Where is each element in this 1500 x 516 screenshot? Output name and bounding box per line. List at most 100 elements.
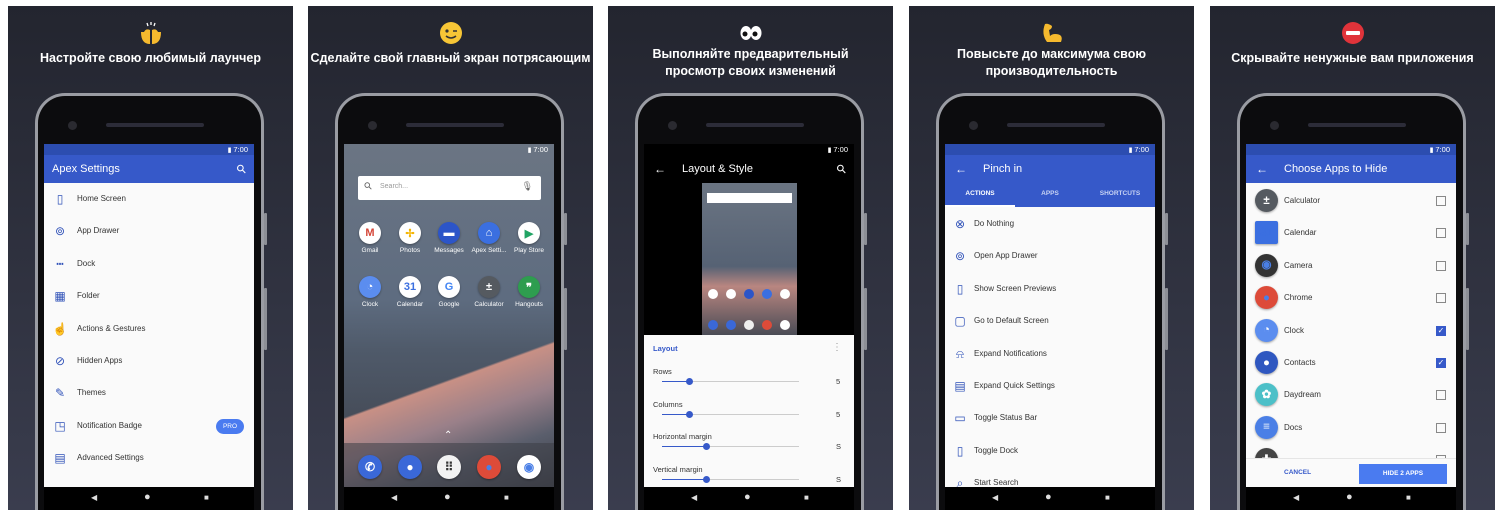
hide-checkbox[interactable] [1436, 390, 1446, 401]
slider-thumb[interactable] [686, 410, 694, 418]
back-arrow-icon[interactable]: ← [955, 155, 967, 183]
recents-nav-icon[interactable]: ■ [504, 493, 509, 502]
slider-track[interactable] [662, 475, 799, 483]
action-item[interactable]: ▢ Go to Default Screen [945, 307, 1155, 335]
volume-button [1466, 288, 1469, 350]
recents-nav-icon[interactable]: ■ [1105, 493, 1110, 502]
chevron-up-icon[interactable]: ⌃ [444, 430, 452, 441]
recents-nav-icon[interactable]: ■ [204, 493, 209, 502]
settings-item[interactable]: ✎ Themes [44, 379, 254, 407]
search-bar[interactable]: ⚲ Search... 🎙 [358, 176, 541, 200]
hide-apps-button[interactable]: HIDE 2 APPS [1359, 464, 1447, 484]
settings-item[interactable]: ┅ Dock [44, 250, 254, 278]
cancel-button[interactable]: CANCEL [1284, 469, 1311, 476]
hide-checkbox[interactable]: ✓ [1436, 358, 1446, 368]
slider-thumb[interactable] [686, 378, 694, 385]
slider-thumb[interactable] [702, 443, 710, 450]
preview-dock-icon [726, 320, 736, 330]
app-bar: Apex Settings ⚲ [44, 155, 254, 183]
zoom-in-icon[interactable]: ⚲ [829, 156, 854, 182]
hide-checkbox[interactable]: ✓ [1436, 325, 1446, 336]
back-nav-icon[interactable]: ◀ [691, 493, 697, 502]
settings-item-label: Advanced Settings [77, 453, 144, 463]
microphone-icon[interactable]: 🎙 [522, 181, 533, 192]
more-options-icon[interactable]: ⋮ [832, 342, 842, 353]
panel-title: Выполняйте предварительный [652, 47, 849, 61]
settings-item[interactable]: ☝ Actions & Gestures [44, 315, 254, 343]
tab-actions[interactable]: ACTIONS [945, 183, 1015, 207]
settings-item[interactable]: ▤ Advanced Settings [44, 444, 254, 472]
chrome-icon[interactable]: ● [477, 455, 501, 479]
action-item[interactable]: ⍾ Expand Notifications [945, 340, 1155, 368]
phone-icon[interactable]: ✆ [358, 455, 382, 479]
slider-thumb[interactable] [702, 475, 710, 483]
action-item[interactable]: ⌕ Start Search [945, 469, 1155, 487]
app-row[interactable]: ± Calculator [1246, 187, 1456, 215]
hide-checkbox[interactable] [1436, 196, 1446, 206]
slider-track[interactable] [662, 378, 799, 385]
app-shortcut[interactable]: M Gmail [350, 222, 390, 258]
recents-nav-icon[interactable]: ■ [804, 493, 809, 502]
back-nav-icon[interactable]: ◀ [91, 493, 97, 502]
action-item-label: Open App Drawer [974, 251, 1038, 261]
action-item[interactable]: ▭ Toggle Status Bar [945, 404, 1155, 432]
app-shortcut[interactable]: ✢ Photos [390, 222, 430, 258]
tab-shortcuts[interactable]: SHORTCUTS [1085, 183, 1155, 207]
back-arrow-icon[interactable]: ← [654, 155, 666, 183]
app-shortcut[interactable]: ± Calculator [469, 276, 509, 312]
action-item[interactable]: ▯ Toggle Dock [945, 437, 1155, 465]
settings-item[interactable]: ▦ Folder [44, 282, 254, 310]
app-shortcut[interactable]: ▶ Play Store [509, 222, 549, 258]
app-row[interactable]: ◉ Camera [1246, 252, 1456, 280]
hide-checkbox[interactable] [1436, 293, 1446, 304]
app-row[interactable]: ✿ Daydream [1246, 381, 1456, 409]
google-icon: G [438, 276, 460, 298]
action-item[interactable]: ⊚ Open App Drawer [945, 242, 1155, 270]
camera-icon[interactable]: ◉ [517, 455, 541, 479]
app-row[interactable]: ● Chrome [1246, 284, 1456, 312]
badge-icon: ◳ [54, 418, 66, 433]
hide-checkbox[interactable] [1436, 260, 1446, 271]
back-nav-icon[interactable]: ◀ [391, 493, 397, 502]
home-nav-icon[interactable]: ● [744, 491, 751, 503]
app-row[interactable]: 31 Calendar [1246, 219, 1456, 247]
home-nav-icon[interactable]: ● [1045, 491, 1052, 503]
preview-app-icon [726, 289, 736, 299]
app-shortcut[interactable]: 31 Calendar [390, 276, 430, 312]
recents-nav-icon[interactable]: ■ [1406, 493, 1411, 502]
action-item[interactable]: ▯ Show Screen Previews [945, 275, 1155, 303]
back-nav-icon[interactable]: ◀ [1293, 493, 1299, 502]
app-row[interactable]: ◔ Clock ✓ [1246, 317, 1456, 345]
search-icon[interactable]: ⚲ [229, 156, 254, 182]
clock-icon: ◔ [1255, 318, 1278, 342]
power-button [864, 213, 867, 245]
settings-item[interactable]: ◳ Notification Badge PRO [44, 412, 254, 440]
tab-label: SHORTCUTS [1099, 190, 1141, 197]
app-row[interactable]: ≡ Docs [1246, 414, 1456, 442]
app-shortcut[interactable]: ◔ Clock [350, 276, 390, 312]
settings-item[interactable]: ⊚ App Drawer [44, 217, 254, 245]
home-nav-icon[interactable]: ● [144, 491, 151, 503]
front-camera [368, 121, 377, 130]
settings-item[interactable]: ▯ Home Screen [44, 185, 254, 213]
app-shortcut[interactable]: G Google [429, 276, 469, 312]
app-row[interactable]: ● Contacts ✓ [1246, 349, 1456, 377]
slider-track[interactable] [662, 410, 799, 418]
app-shortcut[interactable]: ❞ Hangouts [509, 276, 549, 312]
hide-checkbox[interactable] [1436, 422, 1446, 433]
slider-track[interactable] [662, 443, 799, 450]
tab-apps[interactable]: APPS [1015, 183, 1085, 207]
back-nav-icon[interactable]: ◀ [992, 493, 998, 502]
app-shortcut[interactable]: ⌂ Apex Setti... [469, 222, 509, 258]
home-nav-icon[interactable]: ● [1346, 491, 1353, 503]
settings-item[interactable]: ⊘ Hidden Apps [44, 347, 254, 375]
contacts-icon[interactable]: ● [398, 455, 422, 479]
home-nav-icon[interactable]: ● [444, 491, 451, 503]
screenshot-collage: Настройте свою любимый лаунчер ▮ 7:00 Apex… [0, 0, 1500, 516]
hide-checkbox[interactable] [1436, 228, 1446, 239]
app-shortcut[interactable]: ▬ Messages [429, 222, 469, 258]
action-item[interactable]: ▤ Expand Quick Settings [945, 372, 1155, 400]
app-drawer-icon[interactable]: ⠿ [437, 455, 461, 479]
back-arrow-icon[interactable]: ← [1256, 155, 1268, 183]
action-item[interactable]: ⊗ Do Nothing [945, 210, 1155, 238]
